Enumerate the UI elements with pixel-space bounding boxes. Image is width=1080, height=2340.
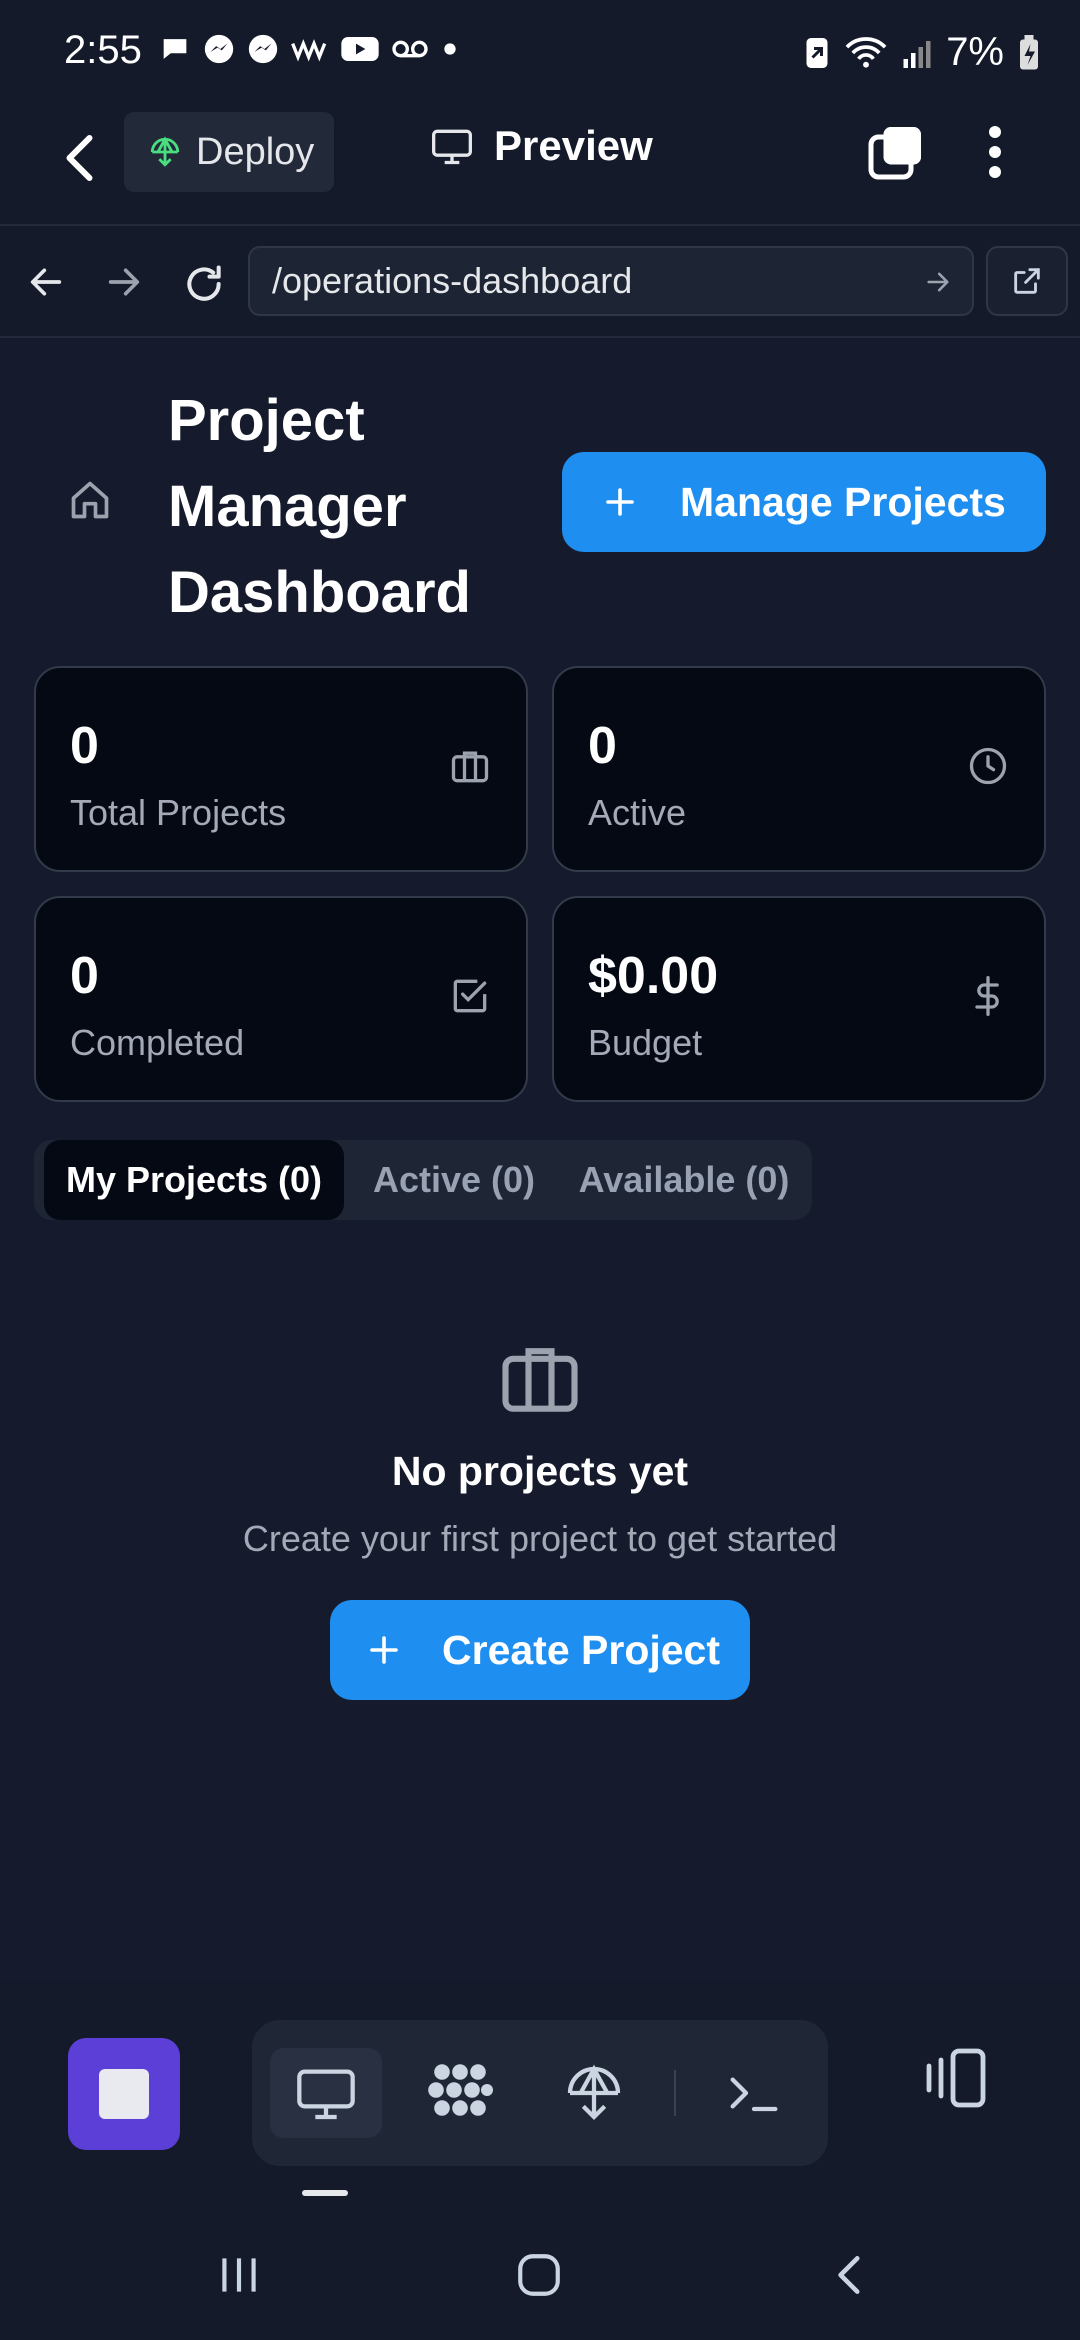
deploy-icon — [567, 2064, 621, 2121]
project-tabs: My Projects (0) Active (0) Available (0) — [34, 1140, 812, 1220]
deploy-label: Deploy — [196, 130, 315, 173]
stop-button[interactable] — [68, 2038, 180, 2150]
monitor-icon — [432, 129, 472, 165]
empty-state-subtitle: Create your first project to get started — [242, 1518, 838, 1559]
stat-card-total-projects: 0 Total Projects — [34, 666, 528, 872]
briefcase-icon — [448, 744, 492, 788]
chat-bubble-icon — [163, 39, 187, 59]
selected-tool-indicator — [302, 2190, 348, 2196]
youtube-icon — [341, 37, 379, 61]
stat-value: 0 — [70, 947, 99, 1005]
tab-available[interactable]: Available (0) — [564, 1140, 804, 1220]
recent-apps-icon — [222, 2258, 256, 2292]
stat-value: 0 — [588, 717, 617, 775]
browser-back-button[interactable] — [26, 262, 66, 302]
page-title: Project Manager Dashboard — [168, 388, 471, 625]
create-project-label: Create Project — [442, 1626, 721, 1673]
more-vertical-icon — [989, 126, 1001, 178]
devices-icon — [926, 2048, 986, 2108]
dots-cluster-icon — [428, 2064, 493, 2116]
preview-tab[interactable]: Preview — [430, 122, 653, 170]
stacked-pages-icon — [868, 127, 921, 180]
tab-active[interactable]: Active (0) — [354, 1140, 554, 1220]
status-bar: 2:55 7% — [0, 0, 1080, 100]
overflow-menu-button[interactable] — [980, 122, 1010, 182]
dollar-icon — [966, 974, 1010, 1018]
empty-state-title: No projects yet — [391, 1448, 689, 1494]
url-input[interactable]: /operations-dashboard — [248, 246, 974, 316]
chevron-left-icon — [838, 2256, 860, 2294]
stat-label: Total Projects — [70, 792, 287, 833]
home-icon — [71, 481, 109, 519]
system-icons: 7% — [804, 30, 1040, 75]
arrow-right-icon — [108, 268, 140, 296]
system-nav-bar — [0, 2210, 1080, 2340]
browser-url-bar: /operations-dashboard — [0, 226, 1080, 338]
arrow-left-icon — [30, 268, 62, 296]
integrations-tool-button[interactable] — [404, 2048, 516, 2138]
stat-card-completed: 0 Completed — [34, 896, 528, 1102]
deploy-tool-button[interactable] — [538, 2048, 650, 2138]
plus-icon — [606, 488, 634, 516]
stat-label: Budget — [588, 1022, 703, 1063]
terminal-tool-button[interactable] — [698, 2048, 810, 2138]
plus-icon — [370, 1636, 398, 1664]
stat-label: Active — [588, 792, 687, 833]
status-time: 2:55 — [64, 28, 142, 72]
home-nav-button[interactable] — [514, 2250, 564, 2300]
device-layout-button[interactable] — [920, 2042, 992, 2114]
notification-icons — [158, 32, 460, 66]
wifi-icon — [845, 36, 887, 68]
app-header: Deploy Preview — [0, 100, 1080, 226]
open-external-button[interactable] — [986, 246, 1068, 316]
clock-icon — [966, 744, 1010, 788]
wave-icon — [291, 39, 327, 62]
recent-apps-button[interactable] — [214, 2250, 264, 2300]
stat-card-budget: $0.00 Budget — [552, 896, 1046, 1102]
checkbox-icon — [448, 974, 492, 1018]
browser-forward-button[interactable] — [104, 262, 144, 302]
manage-projects-label: Manage Projects — [680, 478, 1006, 525]
system-back-button[interactable] — [826, 2250, 876, 2300]
messenger-icon-2 — [248, 34, 278, 64]
stat-value: $0.00 — [588, 947, 719, 1005]
back-button[interactable] — [52, 128, 112, 188]
battery-percent: 7% — [946, 30, 1004, 74]
signal-icon — [903, 40, 931, 68]
messenger-icon — [204, 34, 234, 64]
bottom-toolbar — [0, 1980, 1080, 2210]
home-circle-icon — [518, 2254, 560, 2296]
terminal-icon — [730, 2077, 778, 2112]
home-button[interactable] — [68, 478, 112, 522]
manage-projects-button[interactable]: Manage Projects — [562, 452, 1046, 552]
stat-value: 0 — [70, 717, 99, 775]
stop-icon — [99, 2069, 149, 2119]
tool-switcher — [252, 2020, 828, 2166]
arrow-right-icon — [927, 272, 949, 292]
monitor-icon — [297, 2069, 355, 2120]
tab-my-projects[interactable]: My Projects (0) — [44, 1140, 344, 1220]
divider — [674, 2070, 676, 2116]
refresh-icon — [187, 265, 221, 301]
briefcase-icon — [494, 1332, 586, 1424]
stat-label: Completed — [70, 1022, 245, 1063]
battery-charging-icon — [1020, 34, 1038, 69]
reload-button[interactable] — [182, 262, 222, 302]
stat-card-active: 0 Active — [552, 666, 1046, 872]
battery-saver-icon — [806, 37, 828, 68]
create-project-button[interactable]: Create Project — [330, 1600, 750, 1700]
voicemail-icon — [392, 40, 428, 58]
preview-label: Preview — [494, 122, 653, 169]
tabs-button[interactable] — [866, 122, 926, 182]
deploy-icon — [150, 136, 180, 167]
deploy-button[interactable]: Deploy — [124, 112, 334, 192]
chevron-left-icon — [66, 135, 93, 181]
external-link-icon — [1014, 268, 1040, 294]
dot-icon — [444, 43, 456, 55]
preview-tool-button[interactable] — [270, 2048, 382, 2138]
